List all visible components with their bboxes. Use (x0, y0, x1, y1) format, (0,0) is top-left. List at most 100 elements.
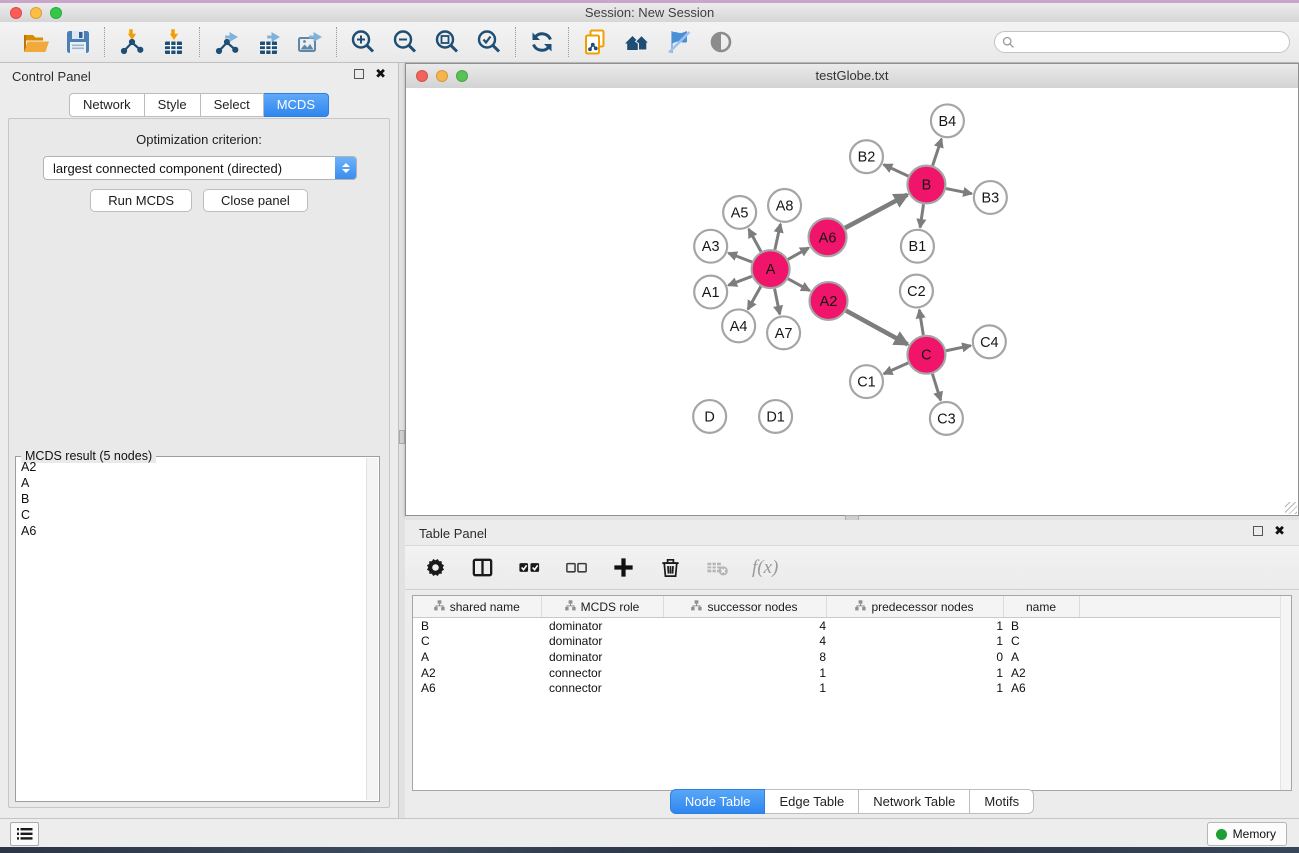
zoom-fit-icon[interactable] (430, 26, 464, 58)
node-D[interactable]: D (693, 400, 726, 433)
node-B1[interactable]: B1 (901, 230, 934, 263)
column-header-MCDS-role[interactable]: MCDS role (541, 596, 663, 618)
cell-successor-nodes[interactable]: 1 (663, 665, 826, 681)
node-A5[interactable]: A5 (723, 196, 756, 229)
node-A[interactable]: A (752, 250, 790, 288)
delete-row-icon[interactable] (658, 555, 683, 580)
save-session-icon[interactable] (61, 26, 95, 58)
hide-details-icon[interactable] (662, 26, 696, 58)
table-scrollbar[interactable] (1280, 596, 1291, 790)
search-box[interactable] (994, 31, 1290, 53)
cell-name[interactable]: A6 (1003, 680, 1079, 696)
node-A4[interactable]: A4 (722, 309, 755, 342)
node-D1[interactable]: D1 (759, 400, 792, 433)
edge-B-B3[interactable] (946, 189, 972, 194)
cell-predecessor-nodes[interactable]: 1 (826, 665, 1003, 681)
tab-motifs[interactable]: Motifs (970, 789, 1034, 814)
settings-icon[interactable] (423, 555, 448, 580)
cell-shared-name[interactable]: C (413, 634, 541, 650)
optimization-dropdown[interactable]: largest connected component (directed) (43, 156, 357, 180)
tab-node-table[interactable]: Node Table (670, 789, 766, 814)
tab-mcds[interactable]: MCDS (264, 93, 329, 117)
column-header-predecessor-nodes[interactable]: predecessor nodes (826, 596, 1003, 618)
cell-MCDS-role[interactable]: dominator (541, 649, 663, 665)
column-header-shared-name[interactable]: shared name (413, 596, 541, 618)
refresh-icon[interactable] (525, 26, 559, 58)
float-table-panel-icon[interactable] (1253, 526, 1263, 536)
tab-style[interactable]: Style (145, 93, 201, 117)
result-list-item[interactable]: A (17, 475, 366, 491)
cell-name[interactable]: A2 (1003, 665, 1079, 681)
node-C1[interactable]: C1 (850, 365, 883, 398)
cell-predecessor-nodes[interactable]: 1 (826, 680, 1003, 696)
zoom-out-icon[interactable] (388, 26, 422, 58)
node-C2[interactable]: C2 (900, 275, 933, 308)
cell-successor-nodes[interactable]: 4 (663, 618, 826, 634)
result-list-item[interactable]: B (17, 491, 366, 507)
edge-A-A6[interactable] (788, 248, 809, 260)
close-panel-icon[interactable]: ✖ (375, 69, 386, 79)
edge-C-C2[interactable] (919, 310, 923, 335)
edge-A-A2[interactable] (788, 279, 810, 291)
export-image-icon[interactable] (293, 26, 327, 58)
export-network-icon[interactable] (209, 26, 243, 58)
close-panel-button[interactable]: Close panel (203, 189, 308, 212)
edge-A6-B[interactable] (845, 195, 907, 228)
cell-shared-name[interactable]: B (413, 618, 541, 634)
cell-MCDS-role[interactable]: dominator (541, 618, 663, 634)
column-header-successor-nodes[interactable]: successor nodes (663, 596, 826, 618)
search-input[interactable] (1015, 34, 1289, 50)
column-header-name[interactable]: name (1003, 596, 1079, 618)
cell-predecessor-nodes[interactable]: 1 (826, 618, 1003, 634)
edge-A2-C[interactable] (846, 311, 908, 345)
import-table-icon[interactable] (156, 26, 190, 58)
cell-name[interactable]: C (1003, 634, 1079, 650)
edge-C-C1[interactable] (884, 363, 908, 374)
tab-network-table[interactable]: Network Table (859, 789, 970, 814)
edge-B-B2[interactable] (884, 165, 909, 176)
node-A3[interactable]: A3 (694, 230, 727, 263)
cell-successor-nodes[interactable]: 1 (663, 680, 826, 696)
import-network-icon[interactable] (114, 26, 148, 58)
edge-B-B1[interactable] (920, 204, 923, 227)
memory-button[interactable]: Memory (1207, 822, 1287, 846)
network-canvas[interactable]: B4B2BB3A8A5A6A3B1AA1C2A2A4A7C4CC1DD1C3 (406, 88, 1298, 515)
eye-icon[interactable] (704, 26, 738, 58)
node-A2[interactable]: A2 (810, 282, 848, 320)
zoom-selected-icon[interactable] (472, 26, 506, 58)
network-titlebar[interactable]: testGlobe.txt (406, 64, 1298, 89)
node-B2[interactable]: B2 (850, 140, 883, 173)
result-list-item[interactable]: C (17, 507, 366, 523)
node-B[interactable]: B (907, 166, 945, 204)
cell-name[interactable]: B (1003, 618, 1079, 634)
cell-MCDS-role[interactable]: dominator (541, 634, 663, 650)
node-C[interactable]: C (907, 336, 945, 374)
open-session-icon[interactable] (19, 26, 53, 58)
edge-A-A8[interactable] (775, 224, 781, 250)
close-table-panel-icon[interactable]: ✖ (1274, 526, 1285, 536)
cell-MCDS-role[interactable]: connector (541, 665, 663, 681)
cell-successor-nodes[interactable]: 4 (663, 634, 826, 650)
node-A8[interactable]: A8 (768, 189, 801, 222)
delete-table-icon[interactable] (705, 555, 730, 580)
function-icon[interactable]: f(x) (752, 557, 778, 579)
edge-A-A5[interactable] (749, 229, 761, 252)
cell-shared-name[interactable]: A2 (413, 665, 541, 681)
show-columns-icon[interactable] (470, 555, 495, 580)
node-C3[interactable]: C3 (930, 402, 963, 435)
result-list-item[interactable]: A2 (17, 459, 366, 475)
result-list-item[interactable]: A6 (17, 523, 366, 539)
home-icon[interactable] (620, 26, 654, 58)
result-scrollbar[interactable] (366, 458, 378, 800)
edge-C-C4[interactable] (946, 346, 971, 351)
tab-network[interactable]: Network (69, 93, 145, 117)
cell-predecessor-nodes[interactable]: 1 (826, 634, 1003, 650)
edge-A-A7[interactable] (775, 289, 780, 315)
add-row-icon[interactable] (611, 555, 636, 580)
select-all-icon[interactable] (517, 555, 542, 580)
edge-A-A4[interactable] (748, 286, 761, 309)
duplicate-network-icon[interactable] (578, 26, 612, 58)
cell-successor-nodes[interactable]: 8 (663, 649, 826, 665)
export-table-icon[interactable] (251, 26, 285, 58)
deselect-all-icon[interactable] (564, 555, 589, 580)
